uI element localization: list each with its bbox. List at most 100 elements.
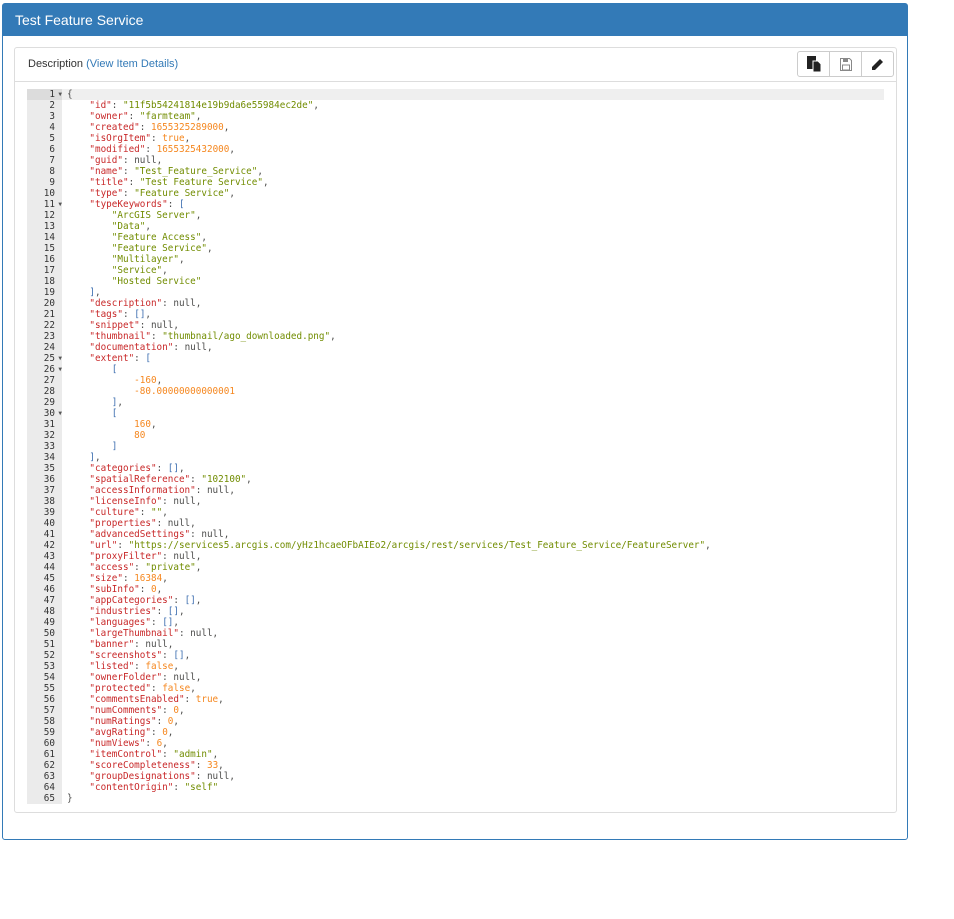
code-text: "numRatings": 0, <box>89 716 179 727</box>
line-number: 1 ▼ <box>27 89 62 100</box>
line-number: 39 <box>27 507 62 518</box>
line-number: 2 <box>27 100 62 111</box>
fold-toggle-icon[interactable]: ▼ <box>58 89 62 100</box>
code-line: 22 "snippet": null, <box>27 320 884 331</box>
code-line: 23 "thumbnail": "thumbnail/ago_downloade… <box>27 331 884 342</box>
line-number: 15 <box>27 243 62 254</box>
code-text: "advancedSettings": null, <box>89 529 230 540</box>
code-text: "accessInformation": null, <box>89 485 235 496</box>
code-text: "url": "https://services5.arcgis.com/yHz… <box>89 540 711 551</box>
line-number: 31 <box>27 419 62 430</box>
code-text: "size": 16384, <box>89 573 168 584</box>
code-text: "guid": null, <box>89 155 163 166</box>
code-line: 60 "numViews": 6, <box>27 738 884 749</box>
code-text: "appCategories": [], <box>89 595 202 606</box>
line-number: 61 <box>27 749 62 760</box>
code-line: 7 "guid": null, <box>27 155 884 166</box>
code-text: "subInfo": 0, <box>89 584 163 595</box>
line-number: 51 <box>27 639 62 650</box>
line-number: 11 ▼ <box>27 199 62 210</box>
line-number: 47 <box>27 595 62 606</box>
fold-toggle-icon[interactable]: ▼ <box>58 408 62 419</box>
code-line: 59 "avgRating": 0, <box>27 727 884 738</box>
code-text: "itemControl": "admin", <box>89 749 219 760</box>
code-line: 1 ▼{ <box>27 89 884 100</box>
code-text: "access": "private", <box>89 562 202 573</box>
save-icon <box>839 57 852 71</box>
line-number: 45 <box>27 573 62 584</box>
code-text: "groupDesignations": null, <box>89 771 235 782</box>
paste-button[interactable] <box>797 51 830 77</box>
code-line: 21 "tags": [], <box>27 309 884 320</box>
code-line: 47 "appCategories": [], <box>27 595 884 606</box>
code-text: "languages": [], <box>89 617 180 628</box>
code-text: "Multilayer", <box>111 254 185 265</box>
code-text: 160, <box>134 419 157 430</box>
code-text: 80 <box>134 430 146 441</box>
code-text: "Service", <box>111 265 168 276</box>
fold-toggle-icon[interactable]: ▼ <box>58 364 62 375</box>
code-line: 14 "Feature Access", <box>27 232 884 243</box>
code-line: 26 ▼ [ <box>27 364 884 375</box>
code-line: 30 ▼ [ <box>27 408 884 419</box>
save-button[interactable] <box>829 51 862 77</box>
code-line: 38 "licenseInfo": null, <box>27 496 884 507</box>
code-line: 11 ▼ "typeKeywords": [ <box>27 199 884 210</box>
line-number: 26 ▼ <box>27 364 62 375</box>
code-text: "Feature Service", <box>111 243 213 254</box>
code-text: "banner": null, <box>89 639 174 650</box>
line-number: 18 <box>27 276 62 287</box>
code-text: { <box>62 89 884 100</box>
view-item-details-link[interactable]: (View Item Details) <box>86 58 178 70</box>
line-number: 17 <box>27 265 62 276</box>
edit-button[interactable] <box>861 51 894 77</box>
code-line: 62 "scoreCompleteness": 33, <box>27 760 884 771</box>
line-number: 57 <box>27 705 62 716</box>
code-text: "proxyFilter": null, <box>89 551 202 562</box>
line-number: 8 <box>27 166 62 177</box>
line-number: 22 <box>27 320 62 331</box>
code-text: } <box>67 793 73 804</box>
code-text: "tags": [], <box>89 309 152 320</box>
line-number: 36 <box>27 474 62 485</box>
code-text: "spatialReference": "102100", <box>89 474 252 485</box>
line-number: 58 <box>27 716 62 727</box>
code-text: "snippet": null, <box>89 320 179 331</box>
line-number: 52 <box>27 650 62 661</box>
json-code-editor[interactable]: 1 ▼{2 "id": "11f5b54241814e19b9da6e55984e… <box>27 89 884 804</box>
line-number: 34 <box>27 452 62 463</box>
code-line: 33 ] <box>27 441 884 452</box>
line-number: 12 <box>27 210 62 221</box>
line-number: 19 <box>27 287 62 298</box>
line-number: 33 <box>27 441 62 452</box>
line-number: 63 <box>27 771 62 782</box>
code-text: "ArcGIS Server", <box>111 210 202 221</box>
code-line: 17 "Service", <box>27 265 884 276</box>
code-line: 19 ], <box>27 287 884 298</box>
code-text: ], <box>89 452 101 463</box>
code-line: 32 80 <box>27 430 884 441</box>
code-text: "numViews": 6, <box>89 738 168 749</box>
line-number: 54 <box>27 672 62 683</box>
description-panel: Description (View Item Details) 1 ▼{2 "id… <box>14 47 897 813</box>
code-text: ], <box>89 287 101 298</box>
code-text: "largeThumbnail": null, <box>89 628 219 639</box>
code-line: 58 "numRatings": 0, <box>27 716 884 727</box>
line-number: 5 <box>27 133 62 144</box>
line-number: 10 <box>27 188 62 199</box>
code-text: "Feature Access", <box>111 232 207 243</box>
code-line: 9 "title": "Test Feature Service", <box>27 177 884 188</box>
code-text: "modified": 1655325432000, <box>89 144 235 155</box>
code-line: 15 "Feature Service", <box>27 243 884 254</box>
panel-title: Test Feature Service <box>3 4 907 36</box>
code-text: "listed": false, <box>89 661 179 672</box>
code-line: 36 "spatialReference": "102100", <box>27 474 884 485</box>
code-line: 27 -160, <box>27 375 884 386</box>
code-line: 29 ], <box>27 397 884 408</box>
line-number: 46 <box>27 584 62 595</box>
code-text: "contentOrigin": "self" <box>89 782 219 793</box>
code-text: "protected": false, <box>89 683 196 694</box>
fold-toggle-icon[interactable]: ▼ <box>58 199 62 210</box>
fold-toggle-icon[interactable]: ▼ <box>58 353 62 364</box>
line-number: 20 <box>27 298 62 309</box>
